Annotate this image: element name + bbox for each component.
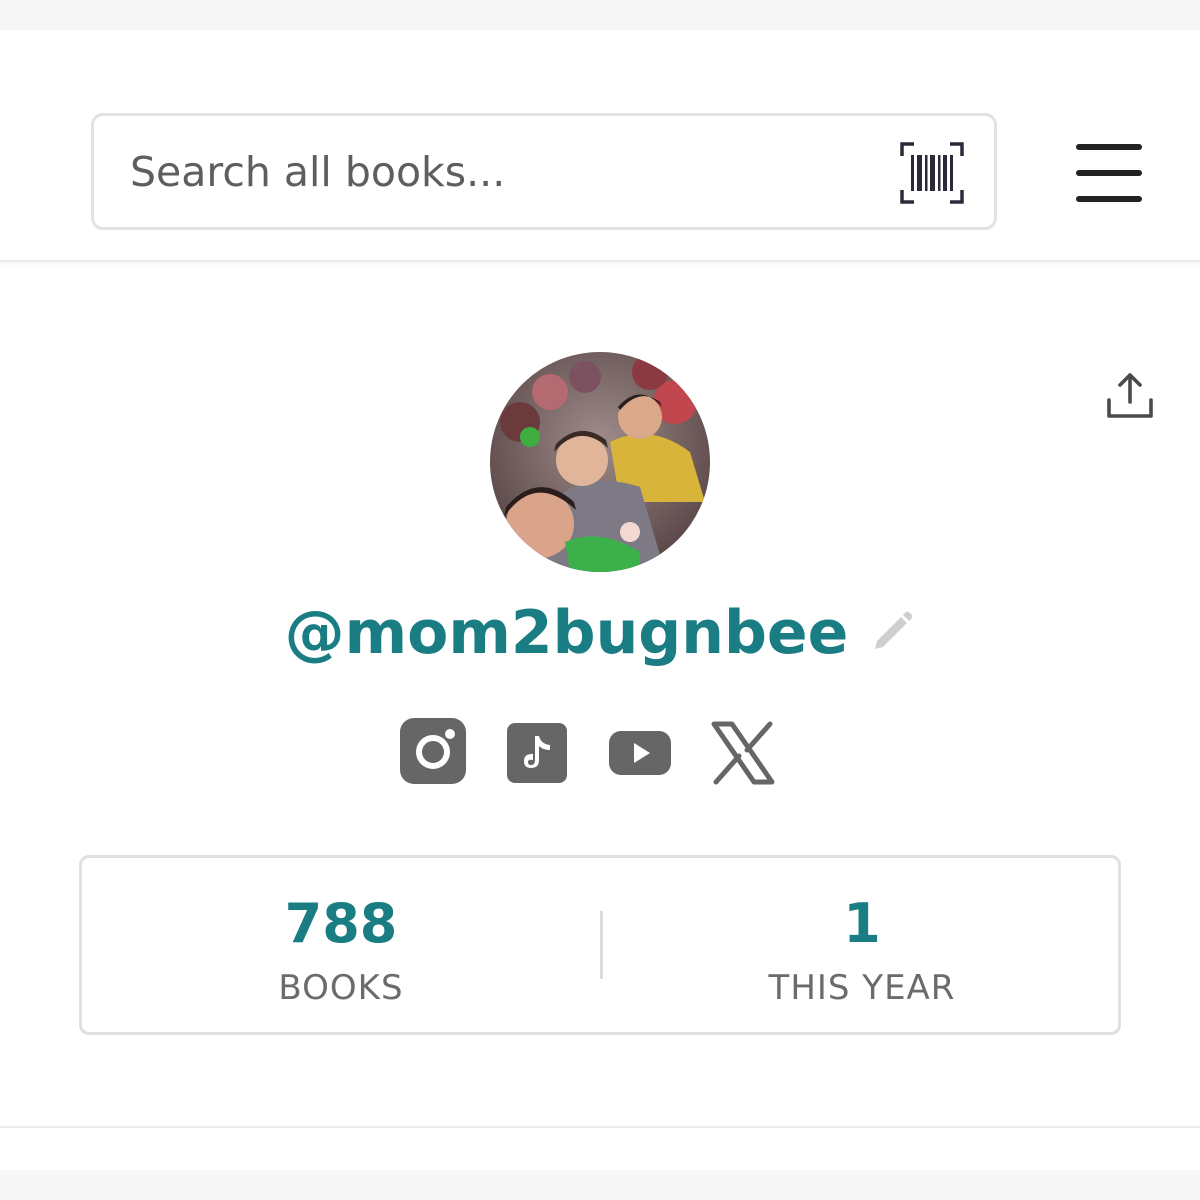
username-row: @mom2bugnbee: [0, 598, 1200, 678]
stat-this-year-label: THIS YEAR: [768, 968, 956, 1008]
search-bar[interactable]: [91, 113, 997, 230]
hamburger-menu-icon[interactable]: [1072, 144, 1146, 202]
page: @mom2bugnbee: [0, 30, 1200, 1170]
youtube-icon[interactable]: [608, 716, 672, 790]
stat-books-value: 788: [284, 892, 398, 955]
barcode-scan-icon[interactable]: [900, 142, 964, 204]
stat-books-label: BOOKS: [278, 968, 404, 1008]
stat-this-year[interactable]: 1 THIS YEAR: [603, 858, 1121, 1032]
stat-books[interactable]: 788 BOOKS: [82, 858, 600, 1032]
stats-card: 788 BOOKS 1 THIS YEAR: [79, 855, 1121, 1035]
social-links: [396, 716, 786, 790]
avatar[interactable]: [490, 352, 710, 572]
stat-this-year-value: 1: [843, 892, 881, 955]
x-icon[interactable]: [710, 716, 776, 790]
username: @mom2bugnbee: [284, 598, 849, 668]
instagram-icon[interactable]: [398, 716, 468, 790]
app-header: [0, 30, 1200, 262]
tiktok-icon[interactable]: [506, 716, 568, 790]
pencil-edit-icon[interactable]: [867, 609, 915, 657]
search-input[interactable]: [130, 144, 850, 200]
share-upload-icon[interactable]: [1104, 370, 1156, 422]
section-divider: [0, 1126, 1200, 1128]
